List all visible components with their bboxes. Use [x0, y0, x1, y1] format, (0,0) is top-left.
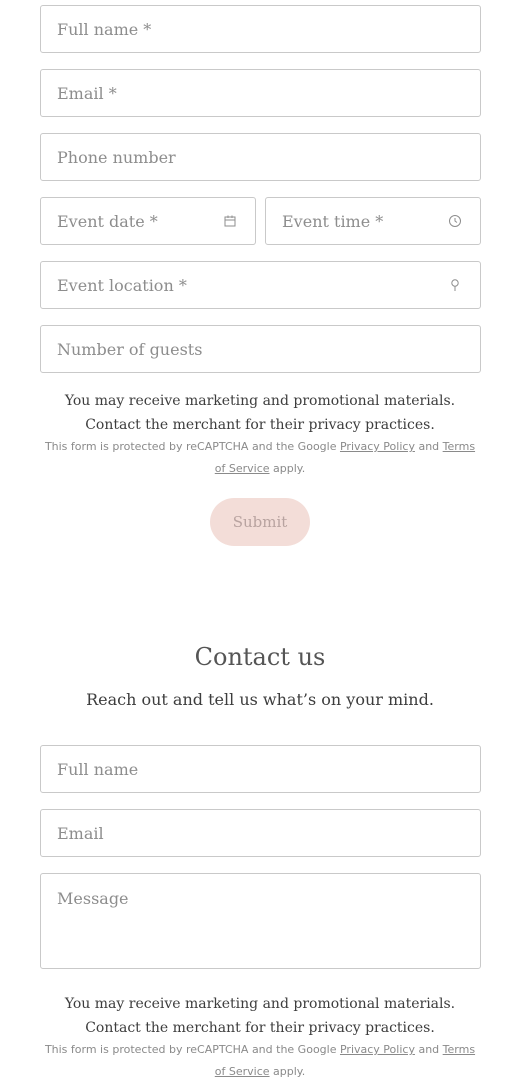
contact-email-placeholder: Email [57, 823, 104, 843]
event-time-placeholder: Event time * [282, 211, 384, 231]
guests-placeholder: Number of guests [57, 339, 203, 359]
contact-privacy-policy-link[interactable]: Privacy Policy [340, 1043, 415, 1056]
privacy-policy-link[interactable]: Privacy Policy [340, 440, 415, 453]
event-time-field[interactable]: Event time * [265, 197, 481, 245]
recaptcha-prefix: This form is protected by reCAPTCHA and … [44, 440, 337, 453]
contact-recaptcha-suffix: apply. [273, 1065, 306, 1078]
contact-full-name-field[interactable]: Full name [40, 745, 481, 793]
event-date-field[interactable]: Event date * [40, 197, 256, 245]
contact-message-placeholder: Message [57, 889, 129, 908]
full-name-placeholder: Full name * [57, 19, 152, 39]
guests-field[interactable]: Number of guests [40, 325, 481, 373]
contact-message-field[interactable]: Message [40, 873, 481, 969]
location-pin-icon [451, 279, 459, 291]
contact-recaptcha-prefix: This form is protected by reCAPTCHA and … [44, 1043, 337, 1056]
contact-email-field[interactable]: Email [40, 809, 481, 857]
recaptcha-notice: This form is protected by reCAPTCHA and … [40, 436, 480, 480]
clock-icon[interactable] [448, 214, 462, 228]
contact-recaptcha-notice: This form is protected by reCAPTCHA and … [40, 1039, 480, 1083]
contact-title: Contact us [194, 643, 326, 671]
event-date-placeholder: Event date * [57, 211, 158, 231]
recaptcha-suffix: apply. [273, 462, 306, 475]
event-location-field[interactable]: Event location * [40, 261, 481, 309]
phone-field[interactable]: Phone number [40, 133, 481, 181]
email-field[interactable]: Email * [40, 69, 481, 117]
event-location-placeholder: Event location * [57, 275, 187, 295]
recaptcha-and: and [418, 440, 440, 453]
email-placeholder: Email * [57, 83, 117, 103]
contact-recaptcha-and: and [418, 1043, 440, 1056]
submit-button[interactable]: Submit [210, 498, 310, 546]
contact-subtitle: Reach out and tell us what’s on your min… [86, 690, 434, 709]
phone-placeholder: Phone number [57, 147, 176, 167]
contact-marketing-notice: You may receive marketing and promotiona… [64, 996, 456, 1036]
calendar-icon[interactable] [223, 214, 237, 228]
full-name-field[interactable]: Full name * [40, 5, 481, 53]
marketing-notice: You may receive marketing and promotiona… [64, 393, 456, 433]
contact-full-name-placeholder: Full name [57, 759, 139, 779]
